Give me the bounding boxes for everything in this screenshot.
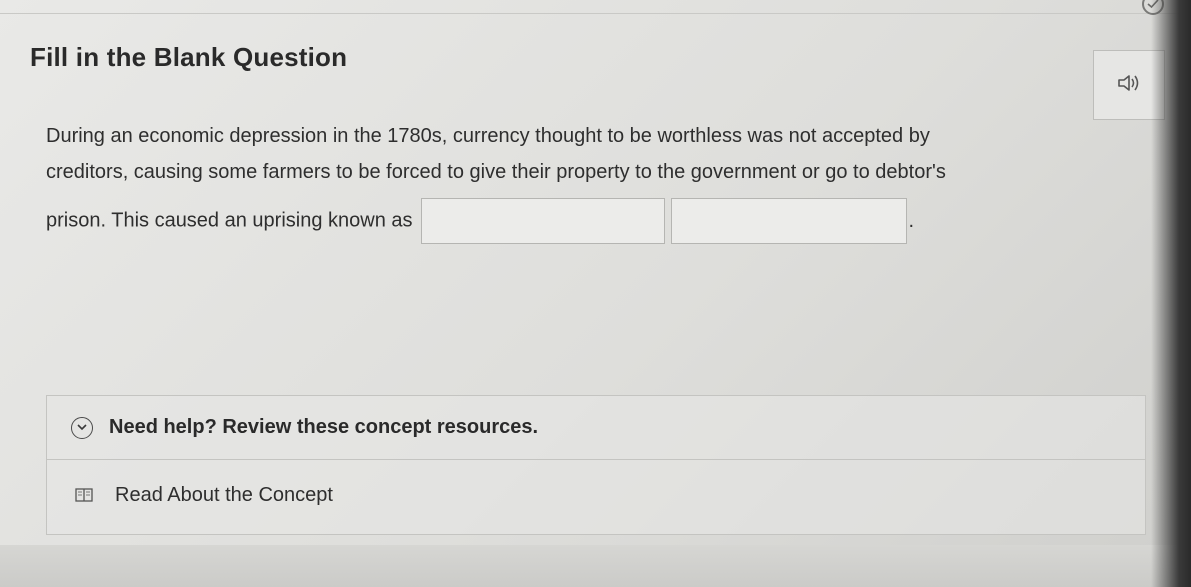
question-line-2: creditors, causing some farmers to be fo…	[46, 161, 946, 183]
help-panel: Need help? Review these concept resource…	[46, 395, 1146, 535]
answer-blank-1[interactable]	[420, 198, 665, 244]
question-line-3-text: prison. This caused an uprising known as	[46, 209, 413, 232]
question-line-1: During an economic depression in the 178…	[46, 125, 930, 147]
book-icon	[75, 487, 93, 503]
speaker-icon	[1116, 73, 1142, 98]
end-punctuation: .	[908, 210, 915, 232]
page-title: Fill in the Blank Question	[30, 42, 348, 72]
question-text: During an economic depression in the 178…	[46, 118, 1116, 244]
top-divider	[0, 13, 1191, 14]
right-edge-shadow	[1151, 0, 1191, 587]
read-concept-link-text: Read About the Concept	[115, 483, 333, 506]
help-header-text: Need help? Review these concept resource…	[109, 416, 539, 438]
read-concept-link[interactable]: Read About the Concept	[47, 460, 1145, 530]
bottom-strip	[0, 545, 1191, 587]
help-toggle[interactable]: Need help? Review these concept resource…	[47, 396, 1145, 460]
answer-blank-2[interactable]	[670, 198, 907, 244]
chevron-down-icon	[71, 416, 93, 439]
question-line-3: prison. This caused an uprising known as…	[46, 198, 1116, 244]
